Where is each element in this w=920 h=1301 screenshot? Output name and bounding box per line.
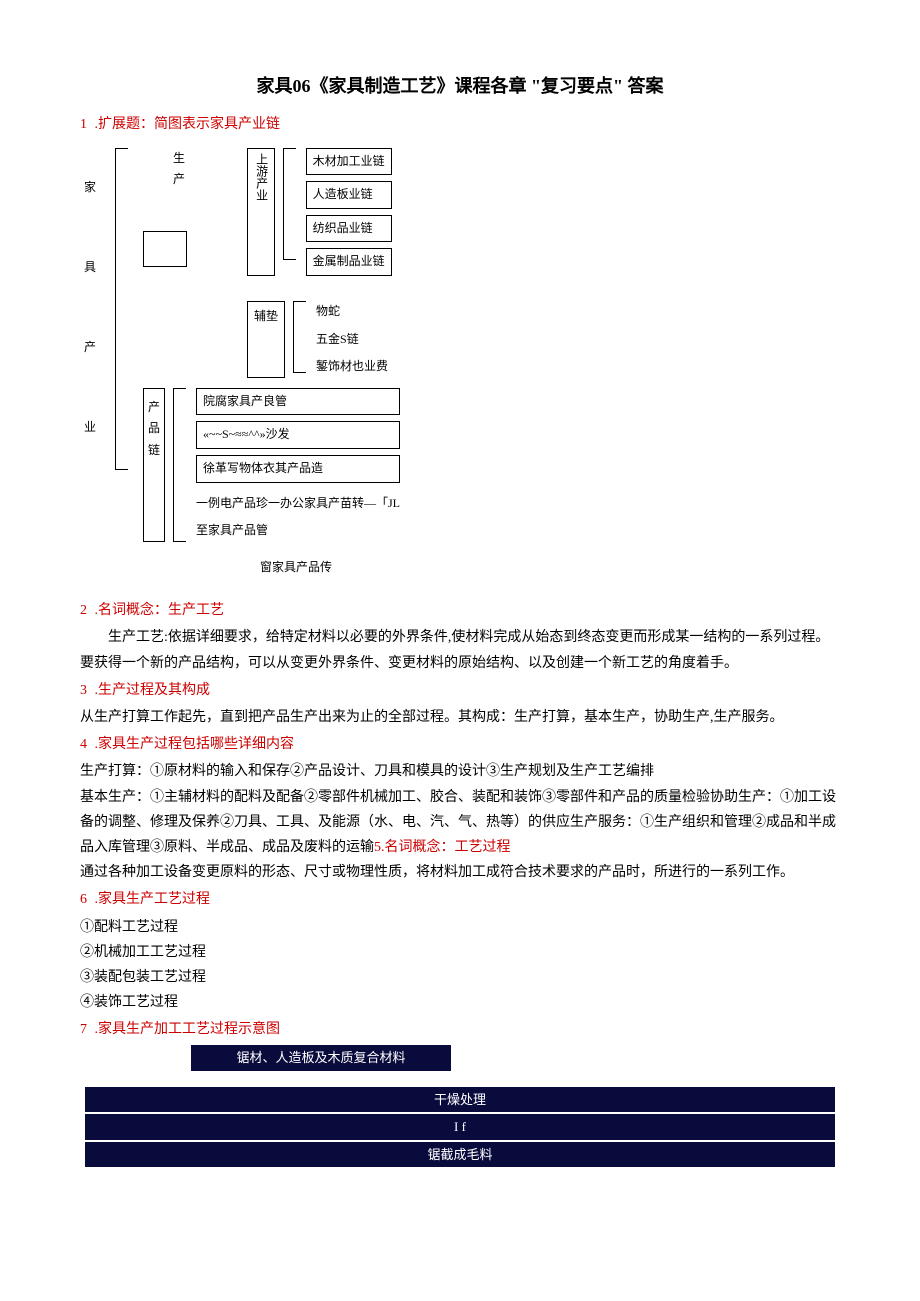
l6-4: ④装饰工艺过程 (80, 990, 840, 1015)
q4-label: .家具生产过程包括哪些详细内容 (95, 737, 295, 752)
plc-1: 品 (148, 418, 160, 440)
q2-heading: 2 .名词概念：生产工艺 (80, 598, 840, 623)
metal-chain: 金属制品业链 (306, 248, 392, 276)
panel-chain: 人造板业链 (306, 181, 392, 209)
q6-num: 6 (80, 892, 87, 907)
q7-label: .家具生产加工工艺过程示意图 (95, 1022, 281, 1037)
q3-heading: 3 .生产过程及其构成 (80, 678, 840, 703)
aux-2: 五金S链 (316, 329, 388, 351)
q3-label: .生产过程及其构成 (95, 683, 211, 698)
pc-0: 生 (173, 148, 187, 170)
flow-step-2: 干燥处理 (84, 1086, 836, 1113)
q5-inline: 5.名词概念：工艺过程 (374, 840, 511, 855)
upstream-v: 上游产业 (250, 153, 272, 271)
upstream-box: 上游产业 (247, 148, 275, 276)
industry-chain-diagram: 家 具 产 业 生 产 上游产业 (80, 148, 840, 579)
p5: 通过各种加工设备变更原料的形态、尺寸或物理性质，将材料加工成符合技术要求的产品时… (80, 860, 840, 885)
q4-num: 4 (80, 737, 87, 752)
misc1: 一例电产品珍一办公家具产苗转—「JL (196, 493, 400, 515)
fi-1: 具 (84, 257, 96, 279)
q6-label: .家具生产工艺过程 (95, 892, 211, 907)
p2a: 生产工艺:依据详细要求，给特定材料以必要的外界条件,使材料完成从始态到终态变更而… (80, 625, 840, 650)
q2-label: .名词概念：生产工艺 (95, 603, 225, 618)
misc2: 至家具产品管 (196, 520, 400, 542)
fi-2: 产 (84, 337, 96, 359)
aux-1: 物蛇 (316, 301, 388, 323)
p3: 从生产打算工作起先，直到把产品生产出来为止的全部过程。其构成：生产打算，基本生产… (80, 705, 840, 730)
q3-num: 3 (80, 683, 87, 698)
aux-v: 辅垫 (254, 309, 278, 323)
flow-step-3: 锯截成毛料 (84, 1141, 836, 1168)
prod-line-2: «~~S~≈≈^^»沙发 (196, 421, 400, 449)
l6-3: ③装配包装工艺过程 (80, 965, 840, 990)
product-chain-box: 产 品 链 (143, 388, 165, 542)
aux-box: 辅垫 (247, 301, 285, 378)
q1-label: .扩展题：简图表示家具产业链 (95, 117, 281, 132)
p4a: 生产打算：①原材料的输入和保存②产品设计、刀具和模具的设计③生产规划及生产工艺编… (80, 759, 840, 784)
pc-1: 产 (173, 169, 187, 191)
q7-num: 7 (80, 1022, 87, 1037)
prod-chain-label: 生 产 (173, 148, 187, 191)
q7-heading: 7 .家具生产加工工艺过程示意图 (80, 1017, 840, 1042)
prod-line-1: 院腐家具产良管 (196, 388, 400, 416)
q4-heading: 4 .家具生产过程包括哪些详细内容 (80, 732, 840, 757)
q2-num: 2 (80, 603, 87, 618)
aux-3: 錾饰材也业费 (316, 356, 388, 378)
p2b: 要获得一个新的产品结构，可以从变更外界条件、变更材料的原始结构、以及创建一个新工… (80, 651, 840, 676)
plc-2: 链 (148, 440, 160, 462)
l6-2: ②机械加工工艺过程 (80, 940, 840, 965)
plc-0: 产 (148, 397, 160, 419)
empty-box-1 (143, 231, 187, 267)
q1-heading: 1 .扩展题：简图表示家具产业链 (80, 112, 840, 137)
flow-arrow: I f (84, 1113, 836, 1140)
page-title: 家具06《家具制造工艺》课程各章 "复习要点" 答案 (80, 70, 840, 102)
q6-heading: 6 .家具生产工艺过程 (80, 887, 840, 912)
flow-step-1: 锯材、人造板及木质复合材料 (190, 1044, 452, 1071)
p4b-line: 基本生产：①主辅材料的配料及配备②零部件机械加工、胶合、装配和装饰③零部件和产品… (80, 785, 840, 861)
diagram-caption: 窗家具产品传 (260, 557, 840, 579)
fi-0: 家 (84, 177, 96, 199)
furniture-industry-label: 家 具 产 业 (80, 148, 100, 468)
wood-proc: 木材加工业链 (306, 148, 392, 176)
prod-line-3: 徐革写物体衣其产品造 (196, 455, 400, 483)
textile-chain: 纺织品业链 (306, 215, 392, 243)
l6-1: ①配料工艺过程 (80, 915, 840, 940)
q1-num: 1 (80, 117, 87, 132)
fi-3: 业 (84, 417, 96, 439)
